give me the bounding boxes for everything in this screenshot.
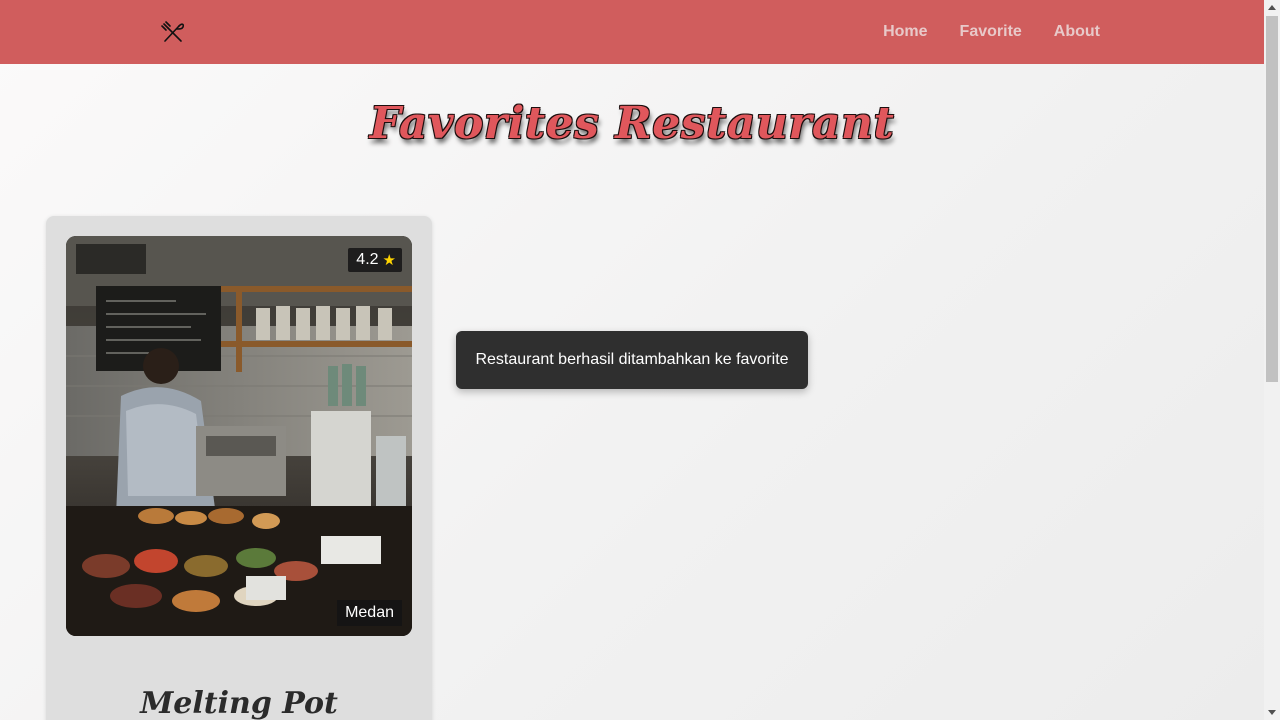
- page-title: Favorites Restaurant: [369, 98, 895, 149]
- fork-knife-icon[interactable]: [160, 20, 186, 46]
- star-icon: ★: [382, 252, 396, 269]
- restaurant-image[interactable]: 4.2 ★ Medan: [66, 236, 412, 636]
- vertical-scrollbar[interactable]: [1264, 0, 1280, 720]
- scroll-up-arrow-icon[interactable]: [1268, 5, 1276, 10]
- nav-link-favorite[interactable]: Favorite: [960, 23, 1022, 41]
- cafe-kitchen-photo: [66, 236, 412, 636]
- restaurant-card[interactable]: 4.2 ★ Medan Melting Pot: [46, 216, 432, 720]
- navbar: Home Favorite About: [0, 0, 1264, 64]
- nav-link-home[interactable]: Home: [883, 23, 927, 41]
- scrollbar-thumb[interactable]: [1266, 16, 1278, 382]
- toast-notification: Restaurant berhasil ditambahkan ke favor…: [456, 331, 808, 389]
- city-badge: Medan: [337, 600, 402, 626]
- nav-link-about[interactable]: About: [1054, 23, 1100, 41]
- toast-message: Restaurant berhasil ditambahkan ke favor…: [475, 351, 789, 368]
- restaurant-name[interactable]: Melting Pot: [46, 686, 432, 720]
- nav-menu: Home Favorite About: [883, 0, 1100, 64]
- scroll-down-arrow-icon[interactable]: [1268, 710, 1276, 715]
- rating-badge: 4.2 ★: [348, 248, 402, 272]
- rating-value: 4.2: [356, 251, 379, 268]
